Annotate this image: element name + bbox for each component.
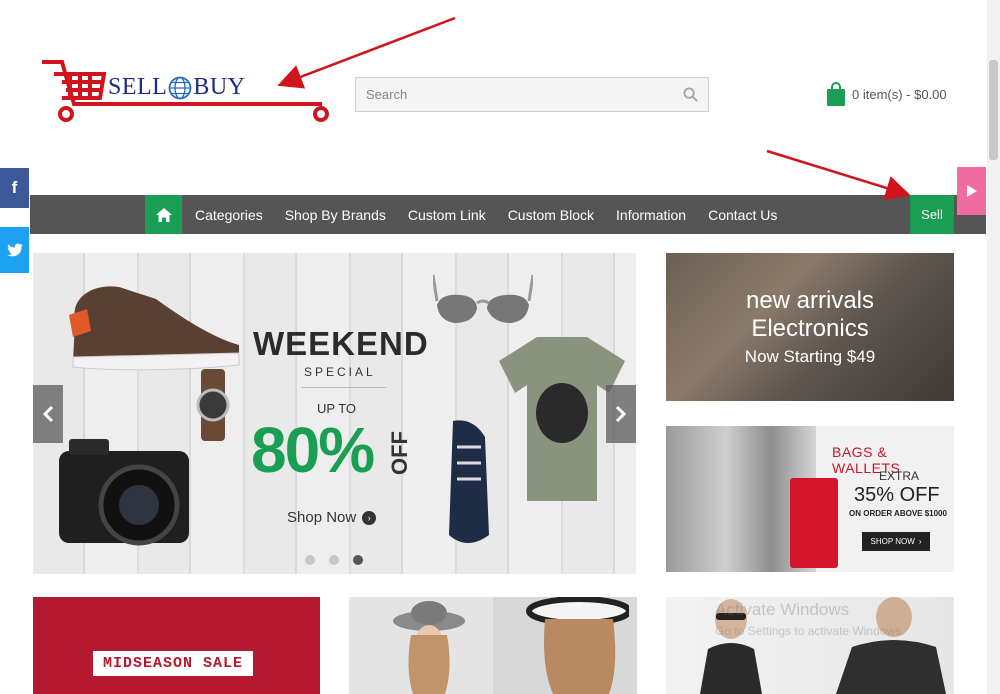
twitter-share-button[interactable] [0,227,29,273]
midseason-sale-label: MIDSEASON SALE [93,651,254,676]
cart-summary[interactable]: 0 item(s) - $0.00 [826,82,947,106]
wristwatch-image [196,369,230,441]
side-panel-toggle[interactable] [957,167,986,215]
slide-off-label: OFF [387,431,412,475]
twitter-icon [6,243,23,257]
shopping-bag-icon [827,82,845,106]
nav-item-shop-by-brands[interactable]: Shop By Brands [274,207,397,223]
slider-prev-button[interactable] [33,385,63,443]
nav-item-contact-us[interactable]: Contact Us [697,207,788,223]
nav-item-information[interactable]: Information [605,207,697,223]
home-icon [155,207,172,222]
hero-slider[interactable]: WEEKEND SPECIAL UP TO 80% OFF Shop Now › [33,253,636,574]
hat-model-image [526,597,629,694]
chevron-right-icon [615,405,627,423]
banner-arrivals-line3: Now Starting $49 [744,347,876,366]
banner-bags-extra: EXTRA [879,469,920,483]
nav-item-custom-link[interactable]: Custom Link [397,207,497,223]
slider-dot-3[interactable] [353,555,363,565]
scrollbar-thumb[interactable] [989,60,998,160]
page: SELL BUY 0 item(s) - $0.00 Categor [0,0,1000,694]
annotation-arrow-sell [766,149,911,201]
chevron-right-circle-icon: › [362,510,377,525]
midseason-sale-banner[interactable]: MIDSEASON SALE [33,597,320,694]
running-shoe-image [449,420,489,543]
slide-shop-now-label: Shop Now [287,509,357,526]
slider-next-button[interactable] [606,385,636,443]
slider-dot-1[interactable] [305,555,315,565]
new-arrivals-banner[interactable]: new arrivals Electronics Now Starting $4… [666,253,954,401]
banner-bags-condition: ON ORDER ABOVE $1000 [849,509,947,518]
sell-button[interactable]: Sell [910,195,954,234]
slide-subtitle: SPECIAL [304,365,376,379]
sneaker-image [69,286,240,371]
facebook-icon: f [11,178,18,197]
banner-bags-shop-now-label: SHOP NOW [870,537,915,546]
red-bag-image [790,478,838,568]
logo-word-buy: BUY [193,74,246,100]
slider-dot-2[interactable] [329,555,339,565]
hats-fashion-banner[interactable] [349,597,637,694]
slide-shop-now-link[interactable]: Shop Now › [287,509,377,526]
facebook-share-button[interactable]: f [0,168,29,208]
camera-image [59,439,189,546]
chevron-right-icon: › [918,537,922,546]
slide-divider [301,387,386,388]
home-button[interactable] [145,195,182,234]
main-nav: Categories Shop By Brands Custom Link Cu… [30,195,986,234]
banner-bags-shop-now-button[interactable]: SHOP NOW › [862,532,930,551]
slide-discount-percent: 80% [251,414,375,486]
nav-item-categories[interactable]: Categories [184,207,274,223]
woman-hat-image [393,601,465,694]
banner-arrivals-line1: new arrivals [745,287,875,314]
slide-title: WEEKEND [253,325,429,362]
slider-pagination [305,555,363,565]
nav-item-custom-block[interactable]: Custom Block [497,207,605,223]
search-icon[interactable] [683,87,698,102]
logo-word-sell: SELL [108,74,168,100]
nav-menu: Categories Shop By Brands Custom Link Cu… [184,195,788,234]
chevron-left-icon [42,405,54,423]
globe-icon [168,76,192,99]
cart-summary-text: 0 item(s) - $0.00 [852,86,947,102]
banner-arrivals-line2: Electronics [751,315,869,342]
bags-wallets-banner[interactable]: BAGS & WALLETS EXTRA 35% OFF ON ORDER AB… [666,426,954,572]
play-icon [966,185,977,197]
search-box [355,77,709,112]
logo-text[interactable]: SELL BUY [108,74,246,101]
activate-windows-subtitle: Go to Settings to activate Windows. [715,624,905,638]
sunglasses-image [433,274,533,323]
banner-bags-percent: 35% OFF [854,484,940,506]
activate-windows-title: Activate Windows [715,600,850,619]
search-input[interactable] [356,78,656,111]
